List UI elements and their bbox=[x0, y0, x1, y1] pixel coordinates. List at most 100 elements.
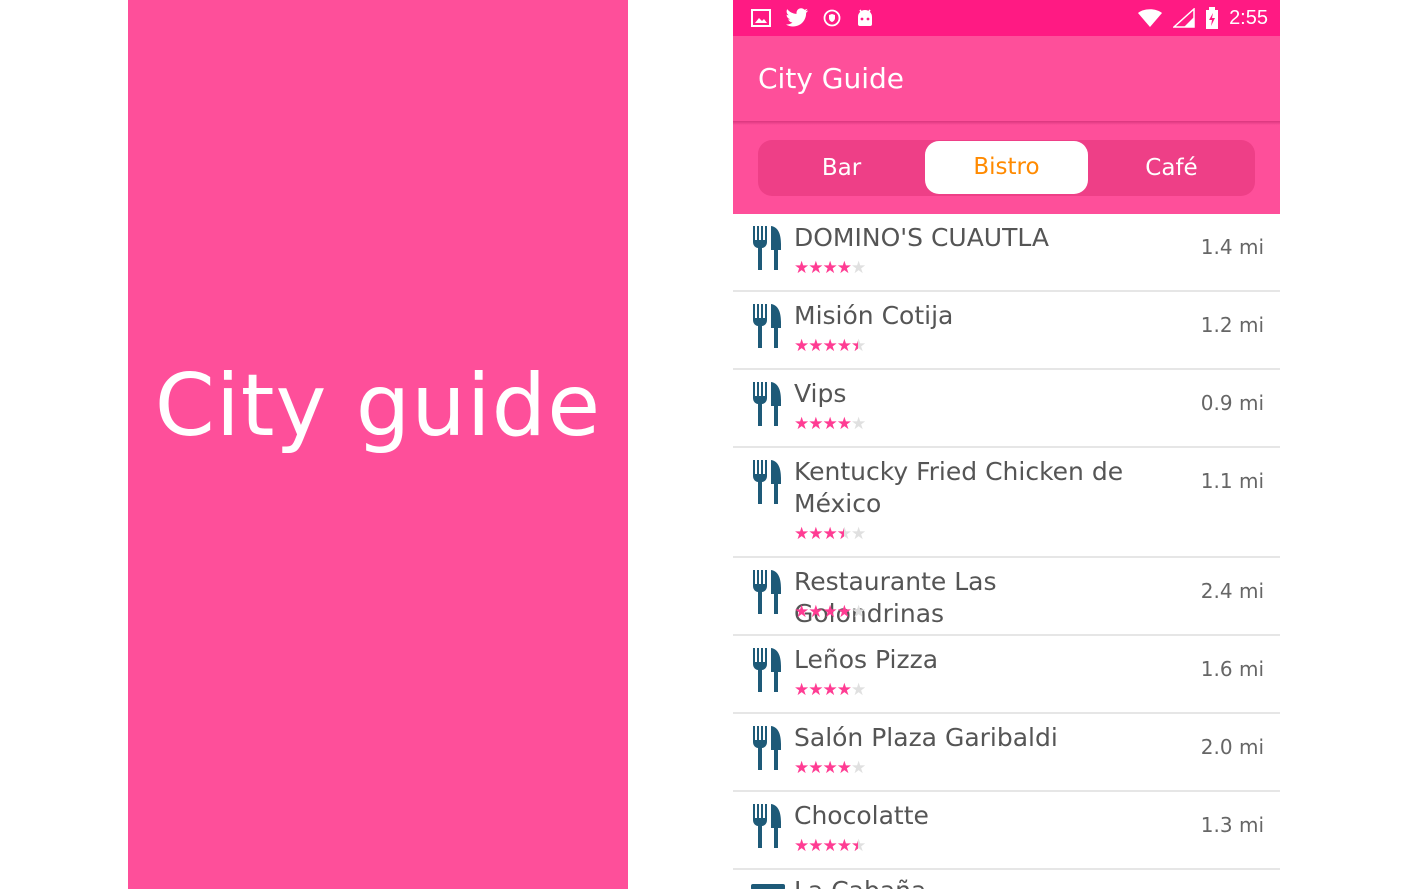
list-item[interactable]: Misión Cotija 1.2 mi ★★★★★ bbox=[733, 292, 1280, 370]
star-icon: ★ bbox=[794, 836, 809, 855]
tab-bar[interactable]: Bar bbox=[758, 140, 925, 196]
status-bar: 2:55 bbox=[733, 0, 1280, 36]
star-icon: ★ bbox=[837, 524, 852, 544]
place-name: Chocolatte bbox=[794, 801, 929, 830]
star-icon: ★ bbox=[822, 336, 838, 355]
place-distance: 1.4 mi bbox=[1200, 235, 1264, 259]
cutlery-icon bbox=[753, 460, 781, 504]
star-icon: ★ bbox=[836, 258, 852, 277]
star-icon: ★ bbox=[808, 680, 823, 699]
status-time: 2:55 bbox=[1229, 6, 1268, 29]
star-icon: ★ bbox=[794, 524, 809, 543]
app-bar-shadow bbox=[733, 121, 1280, 125]
promo-title: City guide bbox=[154, 356, 602, 456]
star-icon: ★ bbox=[851, 602, 866, 621]
star-icon: ★ bbox=[851, 524, 866, 543]
rating-stars: ★★★★★ bbox=[794, 524, 866, 544]
rating-stars: ★★★★★ bbox=[794, 258, 866, 278]
list-item[interactable]: Kentucky Fried Chicken de México 1.1 mi … bbox=[733, 448, 1280, 558]
category-tabs: Bar Bistro Café bbox=[733, 122, 1280, 214]
rating-stars: ★★★★★ bbox=[794, 414, 866, 434]
phone-screen: 2:55 City Guide Bar Bistro Café DOMINO'S… bbox=[733, 0, 1280, 889]
star-icon: ★ bbox=[794, 414, 809, 433]
app-title: City Guide bbox=[758, 62, 905, 95]
tab-cafe[interactable]: Café bbox=[1088, 140, 1255, 196]
cutlery-icon bbox=[753, 726, 781, 770]
place-name: La Cabaña bbox=[794, 876, 926, 889]
cutlery-icon bbox=[753, 226, 781, 270]
list-item[interactable]: DOMINO'S CUAUTLA 1.4 mi ★★★★★ bbox=[733, 214, 1280, 292]
rating-stars: ★★★★★ bbox=[794, 680, 866, 700]
segmented-control: Bar Bistro Café bbox=[758, 140, 1255, 196]
tab-bistro[interactable]: Bistro bbox=[925, 141, 1088, 194]
star-icon: ★ bbox=[808, 524, 823, 543]
star-icon: ★ bbox=[822, 414, 838, 433]
star-icon: ★ bbox=[794, 258, 809, 277]
star-icon: ★ bbox=[851, 258, 866, 277]
star-icon: ★ bbox=[851, 680, 866, 699]
promo-panel: City guide bbox=[128, 0, 628, 889]
star-icon: ★ bbox=[822, 258, 838, 277]
star-icon: ★ bbox=[851, 414, 866, 433]
list-item[interactable]: Restaurante Las Golondrinas 2.4 mi ★★★★★ bbox=[733, 558, 1280, 636]
star-icon: ★ bbox=[836, 680, 852, 699]
star-icon: ★ bbox=[808, 758, 823, 777]
place-distance: 2.0 mi bbox=[1200, 735, 1264, 759]
rating-stars: ★★★★★ bbox=[794, 836, 866, 856]
app-bar: City Guide bbox=[733, 36, 1280, 122]
cutlery-icon bbox=[751, 884, 785, 889]
star-icon: ★ bbox=[822, 758, 838, 777]
cutlery-icon bbox=[753, 804, 781, 848]
list-item[interactable]: Vips 0.9 mi ★★★★★ bbox=[733, 370, 1280, 448]
list-item[interactable]: Salón Plaza Garibaldi 2.0 mi ★★★★★ bbox=[733, 714, 1280, 792]
place-name: Salón Plaza Garibaldi bbox=[794, 723, 1058, 752]
image-icon bbox=[751, 9, 771, 27]
shield-icon bbox=[823, 9, 841, 27]
star-icon: ★ bbox=[836, 414, 852, 433]
star-icon: ★ bbox=[822, 524, 838, 543]
android-icon bbox=[858, 9, 872, 26]
star-icon: ★ bbox=[836, 758, 852, 777]
star-icon: ★ bbox=[836, 836, 852, 855]
cutlery-icon bbox=[753, 382, 781, 426]
place-distance: 1.6 mi bbox=[1200, 657, 1264, 681]
star-icon: ★ bbox=[822, 680, 838, 699]
place-distance: 2.4 mi bbox=[1200, 579, 1264, 603]
place-name: Vips bbox=[794, 379, 847, 408]
star-icon: ★ bbox=[808, 836, 823, 855]
place-name: Misión Cotija bbox=[794, 301, 954, 330]
star-icon: ★ bbox=[851, 336, 866, 356]
place-distance: 1.1 mi bbox=[1200, 469, 1264, 493]
rating-stars: ★★★★★ bbox=[794, 336, 866, 356]
place-name: Leños Pizza bbox=[794, 645, 939, 674]
place-distance: 1.2 mi bbox=[1200, 313, 1264, 337]
signal-icon bbox=[1173, 8, 1195, 28]
place-name: Kentucky Fried Chicken de México bbox=[794, 457, 1124, 518]
twitter-icon bbox=[786, 8, 809, 27]
star-icon: ★ bbox=[808, 336, 823, 355]
place-list: DOMINO'S CUAUTLA 1.4 mi ★★★★★ Misión Cot… bbox=[733, 214, 1280, 889]
rating-stars: ★★★★★ bbox=[794, 758, 866, 778]
place-distance: 1.3 mi bbox=[1200, 813, 1264, 837]
place-distance: 0.9 mi bbox=[1200, 391, 1264, 415]
cutlery-icon bbox=[753, 304, 781, 348]
star-icon: ★ bbox=[794, 680, 809, 699]
star-icon: ★ bbox=[794, 336, 809, 355]
rating-stars: ★★★★★ bbox=[794, 602, 866, 622]
star-icon: ★ bbox=[808, 258, 823, 277]
star-icon: ★ bbox=[822, 602, 838, 621]
star-icon: ★ bbox=[808, 602, 823, 621]
place-name: DOMINO'S CUAUTLA bbox=[794, 223, 1049, 252]
wifi-icon bbox=[1138, 9, 1163, 27]
battery-charging-icon bbox=[1206, 7, 1219, 29]
list-item-partial[interactable]: La Cabaña bbox=[733, 870, 1280, 889]
star-icon: ★ bbox=[836, 602, 852, 621]
cutlery-icon bbox=[753, 648, 781, 692]
star-icon: ★ bbox=[822, 836, 838, 855]
cutlery-icon bbox=[753, 570, 781, 614]
list-item[interactable]: Leños Pizza 1.6 mi ★★★★★ bbox=[733, 636, 1280, 714]
star-icon: ★ bbox=[794, 758, 809, 777]
list-item[interactable]: Chocolatte 1.3 mi ★★★★★ bbox=[733, 792, 1280, 870]
star-icon: ★ bbox=[836, 336, 852, 355]
star-icon: ★ bbox=[851, 836, 866, 856]
